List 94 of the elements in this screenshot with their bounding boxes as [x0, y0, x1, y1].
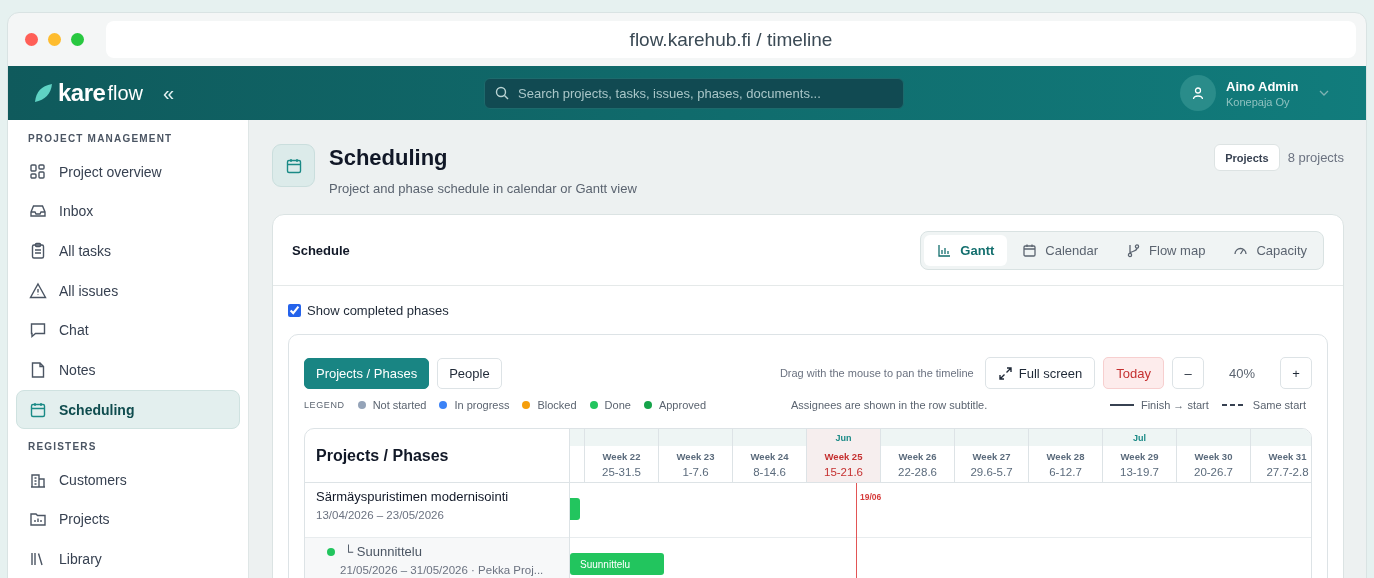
page-title: Scheduling — [329, 144, 449, 171]
sidebar-item[interactable]: Chat — [16, 310, 240, 350]
week-dates: 1-7.6 — [682, 465, 709, 478]
week-label: Week 26 — [898, 450, 937, 462]
search-icon — [495, 85, 509, 100]
expand-icon — [997, 365, 1013, 381]
week-dates: 6-12.7 — [1049, 465, 1082, 478]
logo-text: kare — [58, 79, 106, 107]
row-subtitle: 13/04/2026 – 23/05/2026 — [316, 508, 445, 523]
sidebar-item[interactable]: All tasks — [16, 231, 240, 271]
column-heading: Projects / Phases — [305, 429, 569, 483]
chat-icon — [29, 321, 47, 340]
branch-icon — [1126, 242, 1142, 258]
legend-item: Done — [604, 399, 631, 411]
search-field[interactable]: Search projects, tasks, issues, phases, documents... — [484, 77, 904, 109]
view-mode-button[interactable]: Projects / Phases — [304, 357, 430, 389]
sidebar-item[interactable]: Inbox — [16, 191, 240, 231]
card-title: Schedule — [292, 242, 350, 258]
calendar-icon — [272, 144, 315, 187]
view-tab[interactable]: Gantt — [924, 234, 1008, 266]
leaf-logo-icon — [32, 82, 54, 104]
collapse-sidebar-button[interactable]: « — [162, 81, 175, 105]
row-title: Särmäyspuristimen modernisointi — [316, 490, 509, 505]
week-label: Week 24 — [750, 450, 789, 462]
week-label: Week 31 — [1268, 450, 1307, 462]
week-dates: 29.6-5.7 — [970, 465, 1013, 478]
close-window-dot[interactable] — [25, 33, 38, 46]
week-dates: 8-14.6 — [753, 465, 786, 478]
sidebar-item[interactable]: Scheduling — [16, 390, 240, 430]
week-label: Week 27 — [972, 450, 1011, 462]
week-dates: 20-26.7 — [1194, 465, 1233, 478]
full-screen-button[interactable]: Full screen — [984, 357, 1096, 389]
note-icon — [29, 360, 47, 379]
user-organization: Konepaja Oy — [1226, 95, 1291, 108]
month-label: Jul — [1133, 432, 1146, 443]
checkbox-label: Show completed phases — [307, 302, 449, 318]
week-dates: 27.7-2.8 — [1266, 465, 1309, 478]
week-dates: 25-31.5 — [602, 465, 641, 478]
row-subtitle: 21/05/2026 – 31/05/2026 · Pekka Proj... — [339, 563, 545, 578]
week-dates: 13-19.7 — [1120, 465, 1159, 478]
legend-item: Same start — [1252, 399, 1306, 411]
projects-button[interactable]: Projects — [1214, 144, 1280, 171]
folder-icon — [29, 510, 47, 529]
user-avatar[interactable] — [1180, 75, 1216, 111]
logo-subtext: flow — [107, 81, 143, 105]
week-label: Week 25 — [824, 450, 863, 462]
sidebar-section-title: PROJECT MANAGEMENT — [27, 133, 174, 144]
zoom-in-button[interactable]: + — [1280, 357, 1312, 389]
today-marker-label: 19/06 — [860, 492, 882, 502]
sidebar-item[interactable]: Projects — [16, 499, 240, 539]
view-tab[interactable]: Flow map — [1113, 234, 1219, 266]
sidebar-item[interactable]: Project overview — [16, 152, 240, 191]
dashed-line-icon — [1221, 403, 1246, 407]
legend-item: Not started — [372, 399, 427, 411]
legend-item: Approved — [658, 399, 706, 411]
solid-line-icon — [1109, 403, 1134, 407]
month-label: Jun — [835, 432, 852, 443]
pan-hint: Drag with the mouse to pan the timeline — [779, 367, 974, 379]
week-label: Week 30 — [1194, 450, 1233, 462]
calendar-icon — [1022, 242, 1038, 258]
week-label: Week 28 — [1046, 450, 1085, 462]
maximize-window-dot[interactable] — [71, 33, 84, 46]
week-label: Week 22 — [602, 450, 641, 462]
sidebar-section-title: REGISTERS — [27, 441, 98, 453]
legend-note: Assignees are shown in the row subtitle. — [791, 399, 988, 411]
today-button[interactable]: Today — [1103, 357, 1164, 389]
legend-item: Finish → start — [1140, 399, 1209, 411]
week-dates: 22-28.6 — [898, 465, 937, 478]
sidebar-item[interactable]: Notes — [16, 350, 240, 390]
week-label: Week 23 — [676, 450, 715, 462]
view-mode-button[interactable]: People — [437, 357, 502, 389]
legend-item: In progress — [454, 399, 510, 411]
week-dates: 15-21.6 — [824, 465, 863, 478]
sidebar-item[interactable]: Customers — [16, 460, 240, 500]
sidebar-item[interactable]: All issues — [16, 271, 240, 311]
view-tab[interactable]: Calendar — [1009, 234, 1112, 266]
minimize-window-dot[interactable] — [48, 33, 61, 46]
view-tab[interactable]: Capacity — [1220, 234, 1320, 266]
week-label: Week 29 — [1120, 450, 1159, 462]
sidebar-item[interactable]: Library — [16, 539, 240, 578]
grid-icon — [29, 162, 47, 181]
zoom-level: 40% — [1228, 365, 1256, 381]
project-count: 8 projects — [1287, 150, 1344, 165]
show-completed-checkbox[interactable] — [288, 303, 301, 317]
bar-chart-icon — [937, 242, 953, 258]
address-bar[interactable]: flow.karehub.fi / timeline — [106, 21, 1356, 58]
row-title: └ Suunnittelu — [344, 545, 422, 560]
legend-label: LEGEND — [304, 400, 345, 410]
zoom-out-button[interactable]: – — [1172, 357, 1204, 389]
cal-icon — [29, 400, 47, 419]
user-name: Aino Admin — [1226, 78, 1300, 94]
warn-icon — [29, 281, 47, 300]
legend-item: Blocked — [537, 399, 577, 411]
page-subtitle: Project and phase schedule in calendar or Gantt view — [329, 181, 638, 196]
